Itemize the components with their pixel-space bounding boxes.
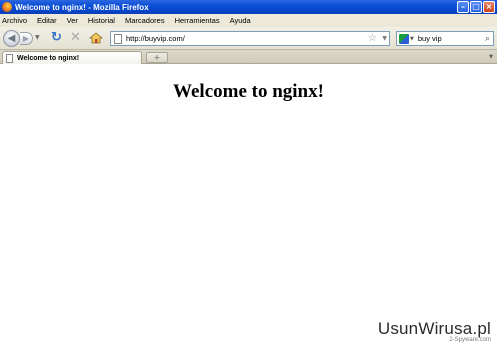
menu-ayuda[interactable]: Ayuda <box>230 16 251 25</box>
page-title: Welcome to nginx! <box>173 81 324 102</box>
tab-welcome-nginx[interactable]: Welcome to nginx! <box>2 51 142 64</box>
reload-icon[interactable]: ↻ <box>51 31 62 45</box>
menu-ver[interactable]: Ver <box>67 16 78 25</box>
google-icon[interactable] <box>399 33 409 44</box>
url-dropdown-icon[interactable]: ▼ <box>382 35 387 42</box>
star-icon[interactable]: ☆ <box>368 33 377 45</box>
history-dropdown-icon[interactable]: ▼ <box>35 34 40 41</box>
window-title: Welcome to nginx! - Mozilla Firefox <box>15 2 149 12</box>
search-engine-dropdown-icon[interactable]: ▼ <box>410 36 414 42</box>
new-tab-button[interactable]: + <box>146 52 168 63</box>
menu-editar[interactable]: Editar <box>37 16 57 25</box>
minimize-button[interactable]: – <box>457 1 469 13</box>
page-icon <box>6 53 13 63</box>
page-content: Welcome to nginx! <box>0 65 497 355</box>
menu-marcadores[interactable]: Marcadores <box>125 16 165 25</box>
close-button[interactable]: × <box>483 1 495 13</box>
menu-herramientas[interactable]: Herramientas <box>175 16 220 25</box>
magnifier-icon[interactable]: ⌕ <box>485 33 490 45</box>
forward-arrow-icon[interactable]: ▶ <box>20 32 33 45</box>
tab-strip: Welcome to nginx! + ▼ <box>0 50 497 64</box>
back-arrow-icon[interactable]: ◀ <box>3 30 20 47</box>
menu-archivo[interactable]: Archivo <box>2 16 27 25</box>
search-bar[interactable]: ▼ buy vip ⌕ <box>396 31 494 46</box>
tab-list-dropdown-icon[interactable]: ▼ <box>486 52 496 63</box>
menu-bar: Archivo Editar Ver Historial Marcadores … <box>0 14 497 27</box>
home-icon[interactable] <box>89 32 103 44</box>
watermark-logo: UsunWirusa.pl <box>377 319 491 338</box>
page-icon <box>114 33 122 44</box>
url-text[interactable]: http://buyvip.com/ <box>126 34 185 43</box>
maximize-button[interactable]: □ <box>470 1 482 13</box>
firefox-icon <box>2 2 12 12</box>
url-bar[interactable]: http://buyvip.com/ ☆ ▼ <box>110 31 390 46</box>
window-titlebar: Welcome to nginx! - Mozilla Firefox – □ … <box>0 0 497 14</box>
search-input[interactable]: buy vip <box>418 34 442 43</box>
navigation-toolbar: ◀ ▶ ▼ ↻ ✕ http://buyvip.com/ ☆ ▼ ▼ buy v… <box>0 27 497 50</box>
window-controls: – □ × <box>457 1 495 13</box>
menu-historial[interactable]: Historial <box>88 16 115 25</box>
tab-label: Welcome to nginx! <box>17 54 80 62</box>
stop-icon[interactable]: ✕ <box>70 30 81 45</box>
watermark: UsunWirusa.pl 2-Spyware.com <box>378 319 491 343</box>
